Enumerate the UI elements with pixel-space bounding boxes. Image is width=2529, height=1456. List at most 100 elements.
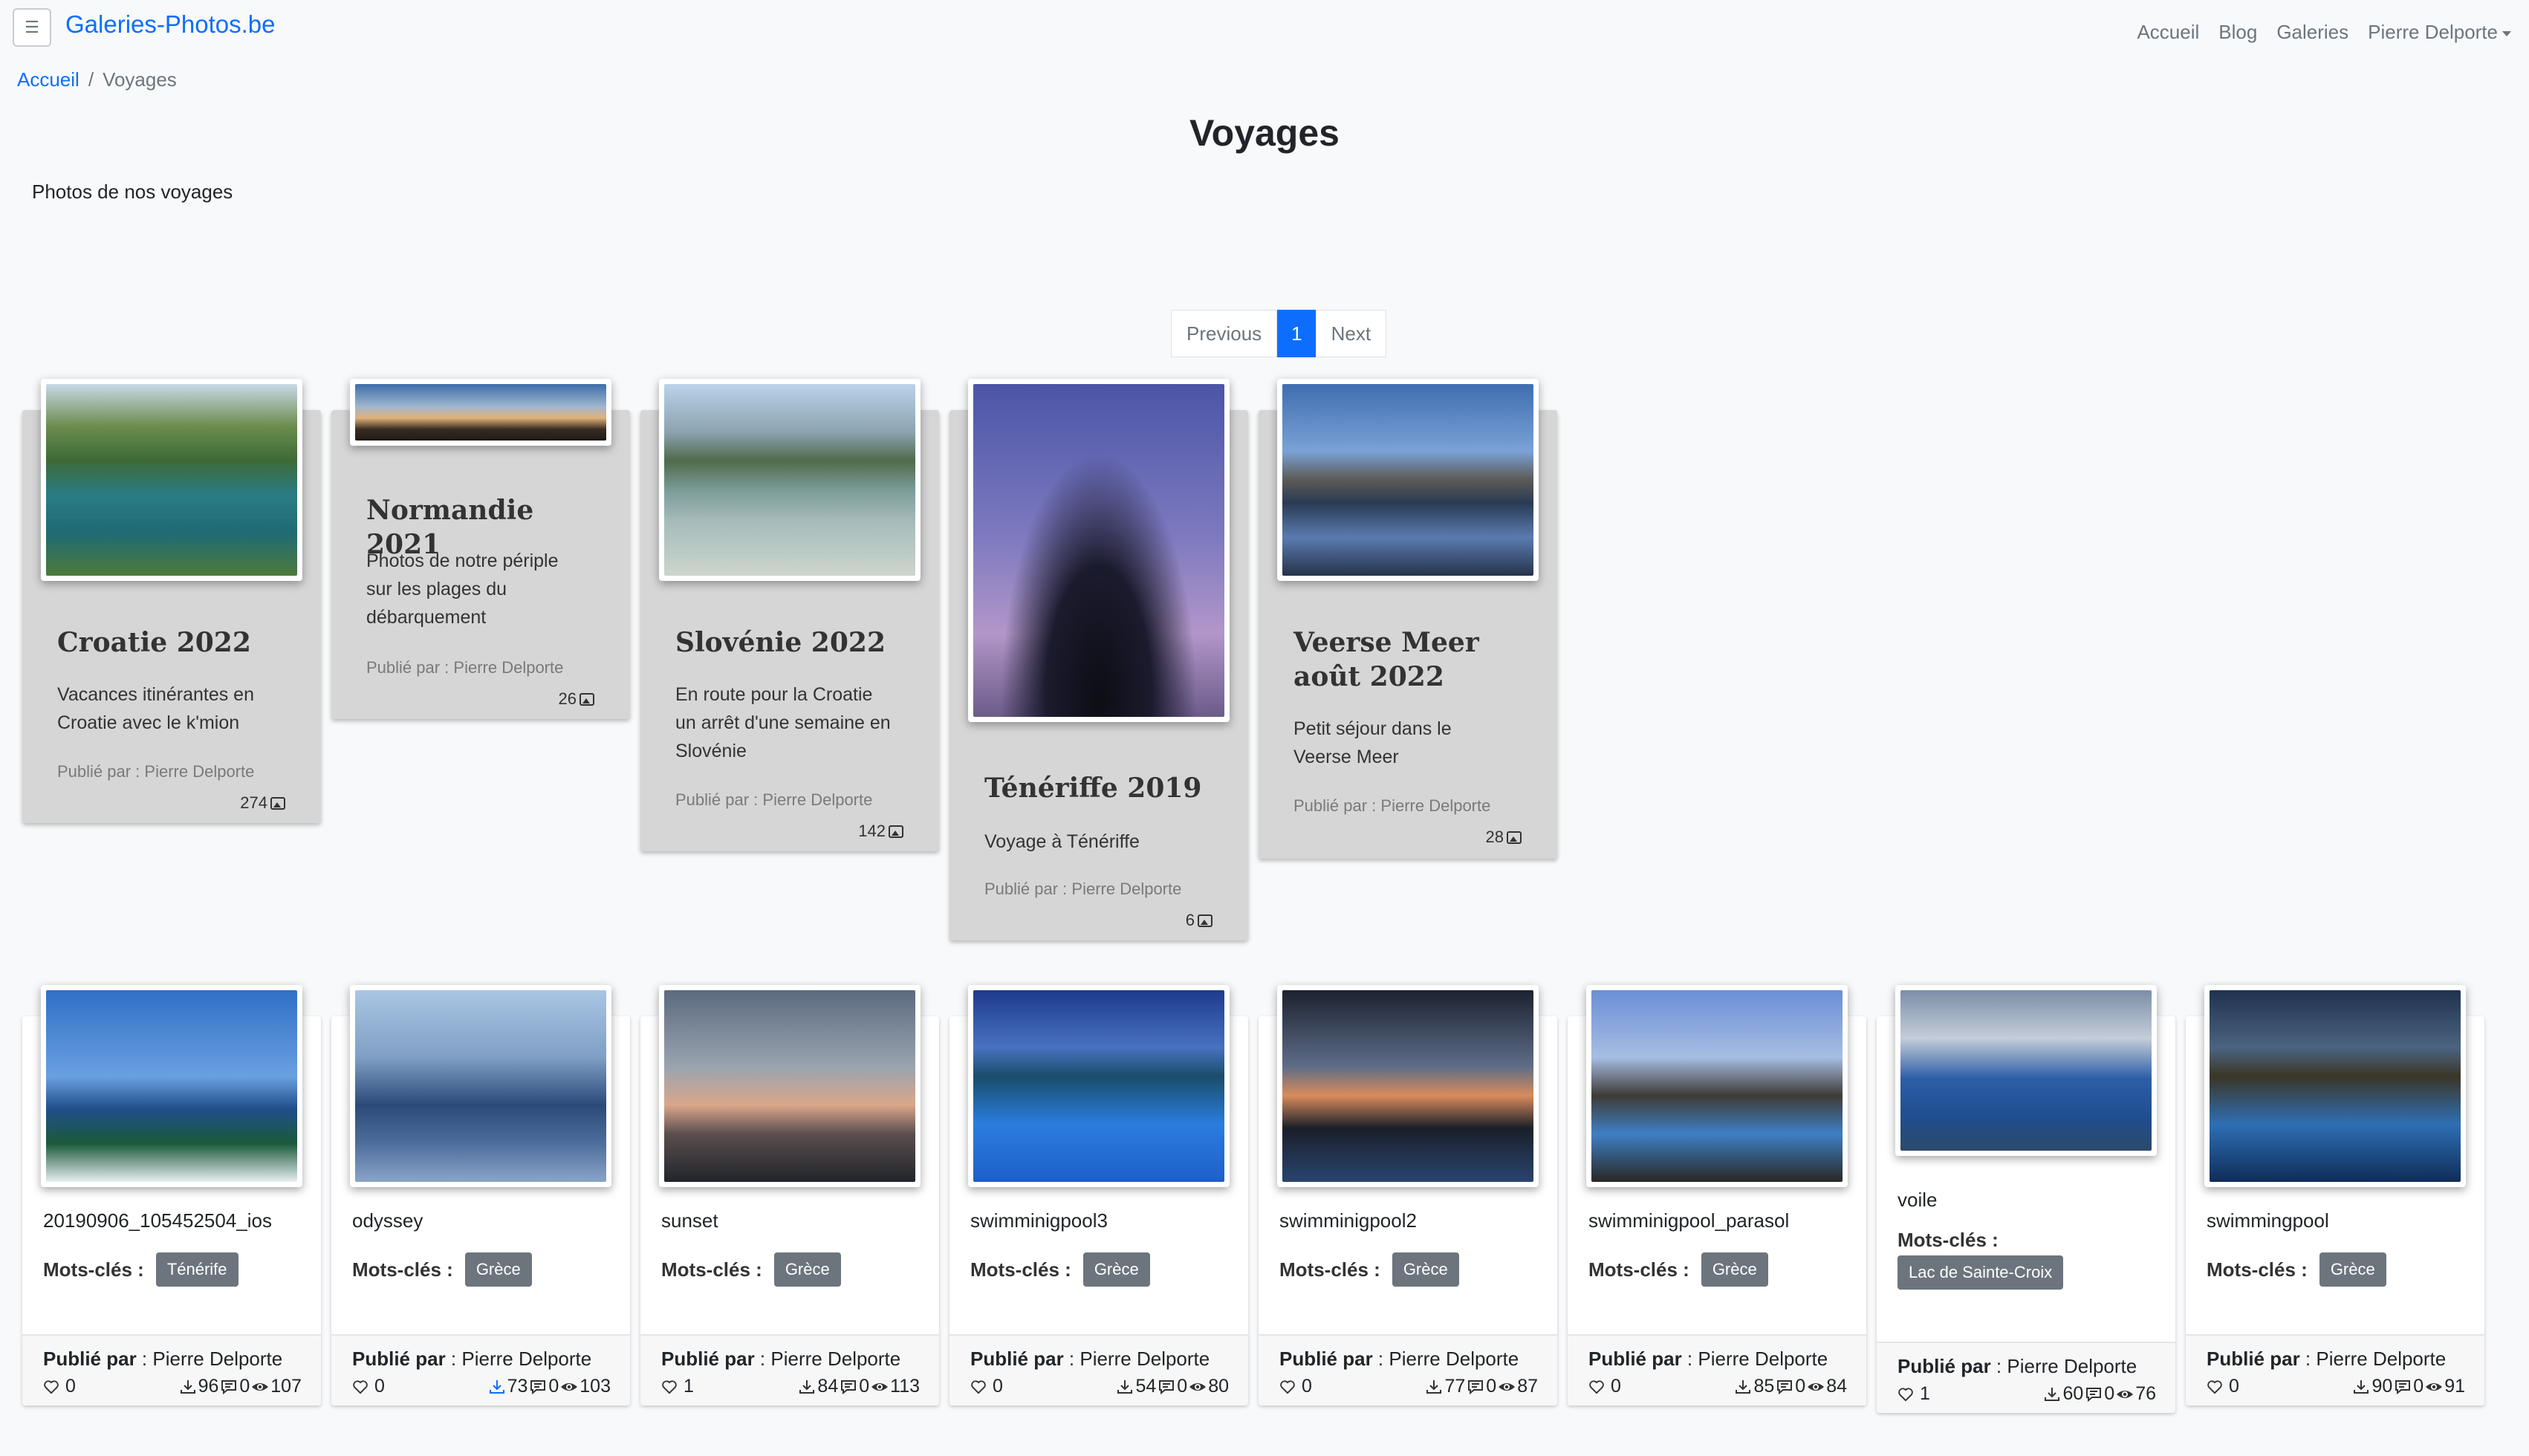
pagination-page-1[interactable]: 1: [1277, 310, 1317, 357]
photo-card[interactable]: voile Mots-clés : Lac de Sainte-Croix Pu…: [1877, 985, 2175, 1413]
photo-name[interactable]: 20190906_105452504_ios: [43, 1209, 272, 1232]
photo-card[interactable]: 20190906_105452504_ios Mots-clés : Ténér…: [22, 985, 321, 1405]
photo-card[interactable]: odyssey Mots-clés : Grèce Publié par : P…: [331, 985, 630, 1405]
like-button[interactable]: 0: [43, 1376, 76, 1397]
gallery-title[interactable]: Veerse Meer août 2022: [1293, 625, 1535, 694]
keyword-badge[interactable]: Grèce: [1392, 1252, 1459, 1287]
keyword-badge[interactable]: Grèce: [464, 1252, 532, 1287]
like-button[interactable]: 1: [1897, 1383, 1930, 1405]
photo-thumbnail[interactable]: [2204, 985, 2466, 1187]
gallery-card[interactable]: Normandie 2021 Photos de notre périple s…: [331, 379, 630, 719]
photo-thumbnail[interactable]: [1277, 985, 1539, 1187]
comment-icon[interactable]: [1158, 1379, 1175, 1395]
photo-name[interactable]: sunset: [661, 1209, 718, 1232]
images-icon: [889, 825, 903, 838]
photo-card[interactable]: swimmingpool Mots-clés : Grèce Publié pa…: [2186, 985, 2484, 1405]
brand-link[interactable]: Galeries-Photos.be: [65, 10, 275, 39]
photo-name[interactable]: swimminigpool2: [1279, 1209, 1417, 1232]
keyword-badge[interactable]: Grèce: [2319, 1252, 2386, 1287]
keyword-badge[interactable]: Grèce: [1082, 1252, 1150, 1287]
nav-accueil[interactable]: Accueil: [2137, 21, 2199, 44]
photo-thumbnail[interactable]: [659, 985, 921, 1187]
like-button[interactable]: 0: [1588, 1376, 1621, 1397]
nav-galeries[interactable]: Galeries: [2276, 21, 2348, 44]
gallery-title[interactable]: Croatie 2022: [57, 625, 299, 660]
gallery-card[interactable]: Veerse Meer août 2022 Petit séjour dans …: [1259, 379, 1557, 859]
breadcrumb-home[interactable]: Accueil: [17, 68, 79, 91]
comment-icon[interactable]: [2085, 1386, 2103, 1403]
comment-icon[interactable]: [2394, 1379, 2412, 1395]
published-by-label: Publié par: [2207, 1348, 2300, 1370]
downloads-count: 85: [1753, 1376, 1775, 1397]
gallery-card[interactable]: Croatie 2022 Vacances itinérantes en Cro…: [22, 379, 321, 823]
download-icon[interactable]: [1734, 1379, 1752, 1395]
download-icon[interactable]: [1425, 1379, 1443, 1395]
download-icon[interactable]: [798, 1379, 816, 1395]
nav-blog[interactable]: Blog: [2218, 21, 2257, 44]
photo-name[interactable]: swimminigpool3: [970, 1209, 1108, 1232]
caret-down-icon: [2502, 30, 2511, 36]
images-icon: [270, 796, 285, 810]
download-icon[interactable]: [2043, 1386, 2061, 1403]
gallery-title[interactable]: Slovénie 2022: [675, 625, 917, 660]
heart-icon: [2207, 1379, 2222, 1394]
comment-icon[interactable]: [220, 1379, 238, 1395]
photo-name[interactable]: swimmingpool: [2207, 1209, 2329, 1232]
gallery-card[interactable]: Slovénie 2022 En route pour la Croatie u…: [640, 379, 939, 851]
photo-thumbnail[interactable]: [41, 985, 302, 1187]
photo-card[interactable]: sunset Mots-clés : Grèce Publié par : Pi…: [640, 985, 939, 1405]
photo-thumbnail[interactable]: [350, 985, 611, 1187]
nav-user-dropdown[interactable]: Pierre Delporte: [2368, 21, 2511, 44]
keyword-badge[interactable]: Lac de Sainte-Croix: [1897, 1255, 2064, 1290]
gallery-thumbnail[interactable]: [1277, 379, 1539, 581]
comment-icon[interactable]: [1776, 1379, 1793, 1395]
gallery-thumbnail[interactable]: [41, 379, 302, 581]
like-button[interactable]: 0: [2207, 1376, 2239, 1397]
stats-right: 77 0 87: [1425, 1376, 1538, 1397]
keywords-label: Mots-clés :: [352, 1258, 453, 1281]
gallery-photo-count: 142: [858, 822, 903, 841]
photo-card[interactable]: swimminigpool2 Mots-clés : Grèce Publié …: [1259, 985, 1557, 1405]
download-icon[interactable]: [1116, 1379, 1134, 1395]
comment-icon[interactable]: [529, 1379, 547, 1395]
comment-icon[interactable]: [1467, 1379, 1484, 1395]
like-button[interactable]: 0: [352, 1376, 385, 1397]
photo-card[interactable]: swimminigpool_parasol Mots-clés : Grèce …: [1568, 985, 1866, 1405]
gallery-thumbnail[interactable]: [968, 379, 1230, 722]
heart-icon: [1589, 1379, 1604, 1394]
download-icon[interactable]: [179, 1379, 197, 1395]
pagination-next[interactable]: Next: [1315, 310, 1387, 357]
eye-icon: [871, 1382, 889, 1391]
keyword-badge[interactable]: Grèce: [773, 1252, 841, 1287]
menu-toggle-button[interactable]: ☰: [13, 8, 51, 47]
keywords-label: Mots-clés :: [1588, 1258, 1689, 1281]
gallery-thumbnail[interactable]: [350, 379, 611, 446]
photo-stats: 0 90 0 91: [2207, 1376, 2465, 1397]
comment-icon[interactable]: [840, 1379, 857, 1395]
keyword-badge[interactable]: Grèce: [1701, 1252, 1768, 1287]
like-button[interactable]: 0: [1279, 1376, 1312, 1397]
download-icon[interactable]: [2352, 1379, 2370, 1395]
photo-name[interactable]: swimminigpool_parasol: [1588, 1209, 1789, 1232]
gallery-title[interactable]: Ténériffe 2019: [984, 771, 1226, 805]
gallery-thumbnail[interactable]: [659, 379, 921, 581]
download-icon[interactable]: [488, 1379, 506, 1395]
photo-thumbnail[interactable]: [968, 985, 1230, 1187]
photo-thumbnail[interactable]: [1586, 985, 1848, 1187]
photo-card[interactable]: swimminigpool3 Mots-clés : Grèce Publié …: [949, 985, 1248, 1405]
keyword-badge[interactable]: Ténérife: [155, 1252, 238, 1287]
like-button[interactable]: 1: [661, 1376, 694, 1397]
keywords-row: Mots-clés : Grèce: [1588, 1252, 1768, 1287]
heart-icon: [971, 1379, 986, 1394]
gallery-author: Publié par : Pierre Delporte: [1293, 796, 1491, 815]
photo-name[interactable]: odyssey: [352, 1209, 423, 1232]
author-name: : Pierre Delporte: [136, 1348, 283, 1370]
gallery-card[interactable]: Ténériffe 2019 Voyage à Ténériffe Publié…: [949, 379, 1248, 940]
like-button[interactable]: 0: [970, 1376, 1003, 1397]
likes-count: 0: [1302, 1376, 1312, 1397]
photo-name[interactable]: voile: [1897, 1189, 1937, 1212]
page-description: Photos de nos voyages: [32, 181, 233, 203]
pagination-previous[interactable]: Previous: [1171, 310, 1278, 357]
photo-thumbnail[interactable]: [1895, 985, 2157, 1156]
photo-card-footer: Publié par : Pierre Delporte 0 90 0 91: [2186, 1334, 2484, 1405]
